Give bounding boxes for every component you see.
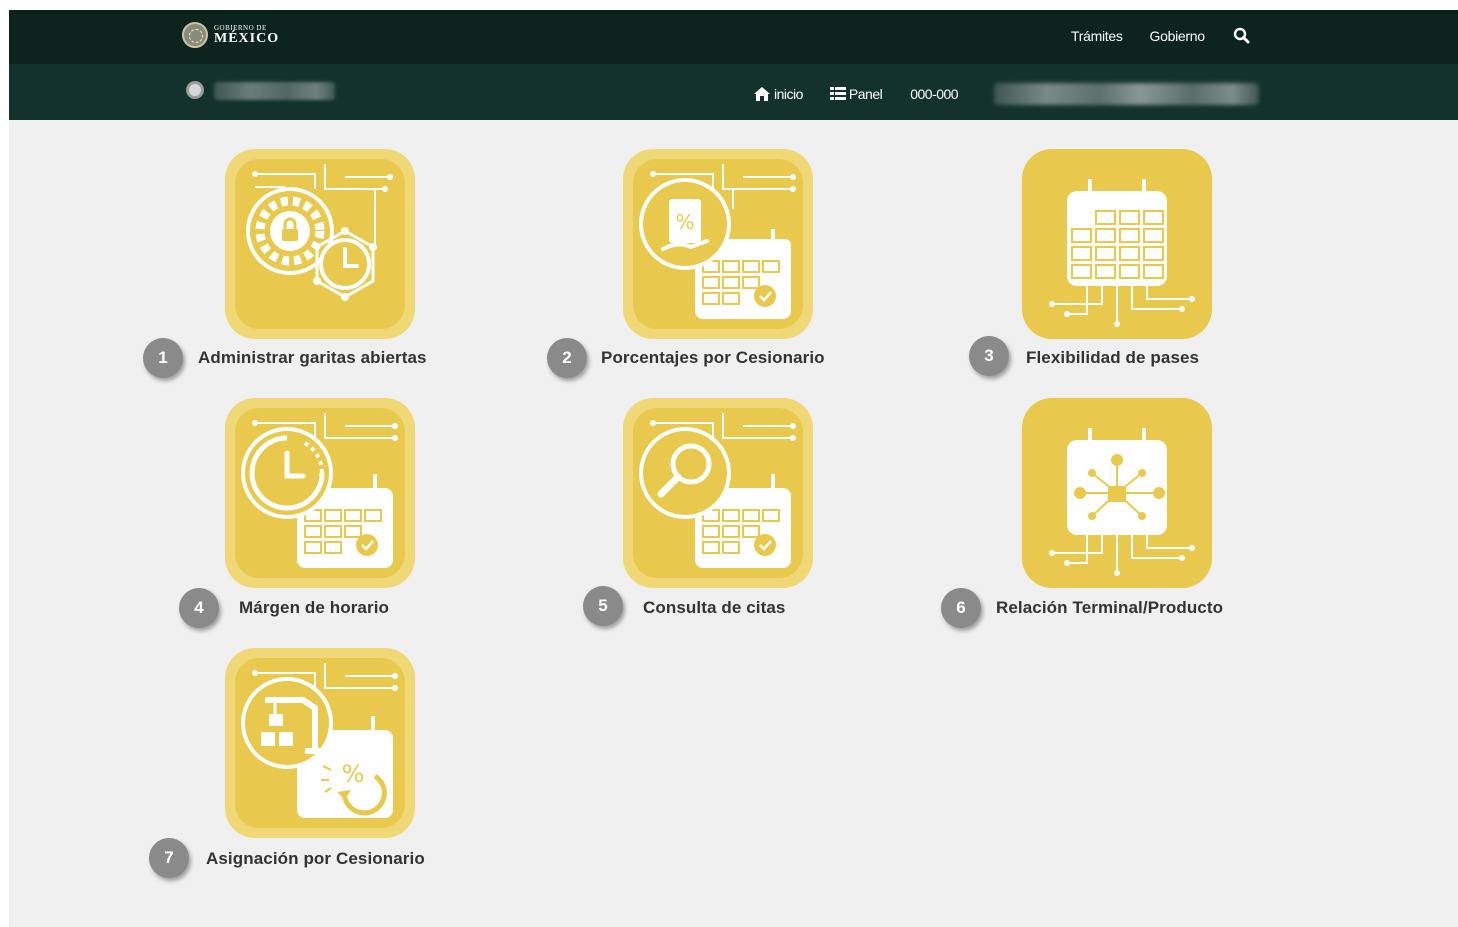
user-avatar[interactable] xyxy=(186,81,204,99)
tile-relacion-terminal-producto[interactable] xyxy=(1022,398,1212,588)
label-margen-horario[interactable]: Márgen de horario xyxy=(239,598,389,618)
tile-consulta-citas[interactable] xyxy=(623,398,813,588)
user-code: 000-000 xyxy=(910,86,959,102)
panel-label: Panel xyxy=(848,86,883,102)
badge-5[interactable]: 5 xyxy=(583,586,623,626)
redacted-info xyxy=(994,83,1259,105)
network-calendar-icon xyxy=(1049,428,1195,576)
label-flexibilidad-pases[interactable]: Flexibilidad de pases xyxy=(1026,348,1199,368)
label-relacion-terminal-producto[interactable]: Relación Terminal/Producto xyxy=(996,598,1223,618)
grid-icon xyxy=(829,87,846,100)
home-label: inicio xyxy=(774,86,803,102)
page-frame: GOBIERNO DE MÉXICO Trámites Gobierno ini… xyxy=(9,10,1458,927)
home-icon xyxy=(754,87,770,101)
badge-7[interactable]: 7 xyxy=(149,838,189,878)
nav-tramites-link[interactable]: Trámites xyxy=(1071,28,1123,44)
national-seal-icon xyxy=(182,22,208,48)
logo-big-text: MÉXICO xyxy=(214,30,280,46)
tile-porcentajes-cesionario[interactable]: % xyxy=(623,149,813,339)
search-calendar-icon xyxy=(639,413,796,568)
tile-margen-horario[interactable] xyxy=(225,398,415,588)
clock-calendar-icon xyxy=(241,413,398,568)
tile-administrar-garitas[interactable] xyxy=(225,149,415,339)
svg-text:%: % xyxy=(342,760,365,788)
crane-percent-calendar-icon: % xyxy=(241,663,398,818)
tile-asignacion-cesionario[interactable]: % xyxy=(225,648,415,838)
search-icon[interactable] xyxy=(1232,26,1252,46)
badge-3[interactable]: 3 xyxy=(969,336,1009,376)
home-link[interactable]: inicio xyxy=(753,86,803,102)
badge-2[interactable]: 2 xyxy=(547,338,587,378)
nav-gobierno-link[interactable]: Gobierno xyxy=(1150,28,1206,44)
panel-link[interactable]: Panel xyxy=(829,86,883,102)
label-consulta-citas[interactable]: Consulta de citas xyxy=(643,598,785,618)
svg-text:%: % xyxy=(675,210,694,234)
badge-1[interactable]: 1 xyxy=(143,338,183,378)
label-asignacion-cesionario[interactable]: Asignación por Cesionario xyxy=(206,849,425,869)
badge-4[interactable]: 4 xyxy=(179,588,219,628)
gear-lock-clock-icon xyxy=(246,164,393,301)
label-administrar-garitas[interactable]: Administrar garitas abiertas xyxy=(198,348,427,368)
top-bar: GOBIERNO DE MÉXICO Trámites Gobierno xyxy=(9,10,1458,64)
top-nav: Trámites Gobierno xyxy=(1071,26,1252,46)
gobierno-de-mexico-logo[interactable]: GOBIERNO DE MÉXICO xyxy=(182,22,279,48)
badge-6[interactable]: 6 xyxy=(941,588,981,628)
sub-nav: inicio Panel 000-000 xyxy=(753,84,959,104)
label-porcentajes-cesionario[interactable]: Porcentajes por Cesionario xyxy=(601,348,825,368)
user-name-redacted xyxy=(214,82,335,100)
percent-calendar-icon: % xyxy=(639,164,796,319)
tile-flexibilidad-pases[interactable] xyxy=(1022,149,1212,339)
calendar-grid-icon xyxy=(1049,179,1195,327)
